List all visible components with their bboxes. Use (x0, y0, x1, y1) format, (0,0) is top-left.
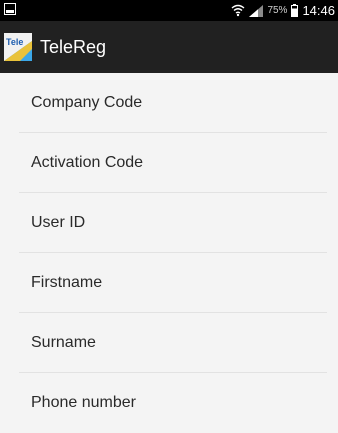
surname-field-row (19, 313, 327, 373)
phone-number-field-row (19, 373, 327, 433)
battery-icon (291, 4, 299, 17)
screenshot-icon (4, 3, 16, 15)
phone-number-input[interactable] (19, 373, 327, 433)
app-title: TeleReg (40, 36, 107, 57)
app-logo-icon: Tele (4, 33, 32, 61)
battery-percent: 75% (267, 5, 288, 16)
user-id-input[interactable] (19, 193, 327, 253)
wifi-icon (231, 4, 245, 17)
status-time: 14:46 (302, 3, 335, 18)
firstname-field-row (19, 253, 327, 313)
firstname-input[interactable] (19, 253, 327, 313)
activation-code-field-row (19, 133, 327, 193)
status-indicators: 75% 14:46 (231, 0, 335, 21)
signal-icon (249, 4, 264, 17)
app-bar: Tele TeleReg (0, 21, 338, 73)
company-code-input[interactable] (19, 73, 327, 133)
user-id-field-row (19, 193, 327, 253)
activation-code-input[interactable] (19, 133, 327, 193)
app-logo-text: Tele (6, 37, 23, 47)
registration-form (0, 73, 338, 433)
surname-input[interactable] (19, 313, 327, 373)
status-bar: 75% 14:46 (0, 0, 338, 21)
company-code-field-row (19, 73, 327, 133)
